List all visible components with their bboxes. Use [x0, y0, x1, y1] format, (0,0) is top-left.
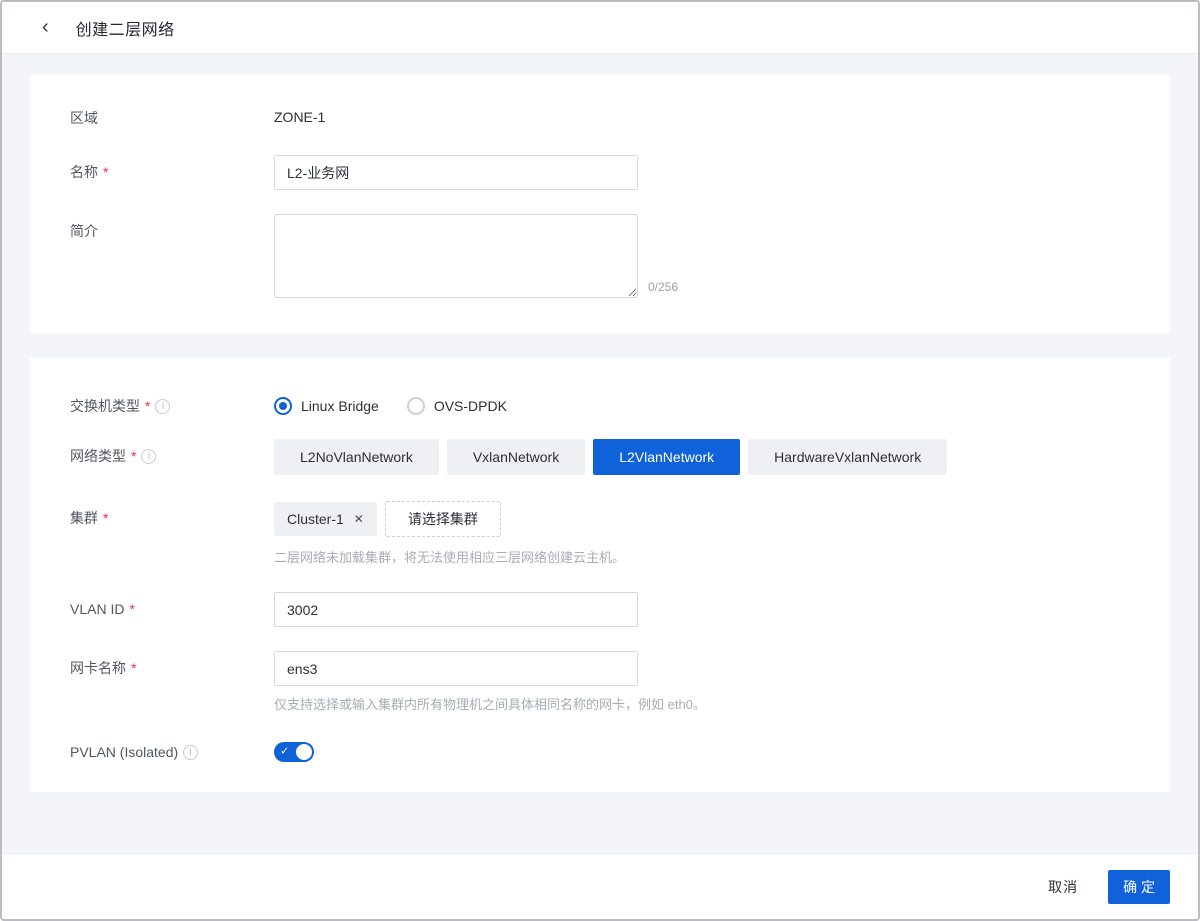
network-type-l2novlan[interactable]: L2NoVlanNetwork — [274, 439, 439, 475]
create-l2-network-dialog: ‹ 创建二层网络 区域 ZONE-1 名称 * 简介 — [0, 0, 1200, 921]
close-icon[interactable]: ✕ — [354, 513, 364, 525]
dialog-footer: 取消 确 定 — [2, 853, 1198, 919]
name-label-text: 名称 — [70, 163, 98, 181]
required-mark: * — [145, 397, 150, 415]
cluster-controls: Cluster-1 ✕ 请选择集群 — [274, 501, 625, 537]
radio-label: OVS-DPDK — [434, 398, 507, 414]
cancel-button[interactable]: 取消 — [1048, 877, 1078, 897]
zone-value: ZONE-1 — [274, 108, 325, 125]
network-type-hardwarevxlan[interactable]: HardwareVxlanNetwork — [748, 439, 947, 475]
vlan-id-label-text: VLAN ID — [70, 600, 124, 618]
dialog-header: ‹ 创建二层网络 — [2, 2, 1198, 54]
cluster-controls-col: Cluster-1 ✕ 请选择集群 二层网络未加载集群，将无法使用相应三层网络创… — [274, 501, 625, 566]
zone-label-text: 区域 — [70, 109, 98, 127]
dialog-body: 区域 ZONE-1 名称 * 简介 0/256 — [2, 54, 1198, 853]
required-mark: * — [129, 600, 134, 618]
name-input[interactable] — [274, 155, 638, 190]
nic-name-input[interactable] — [274, 651, 638, 686]
zone-label: 区域 — [70, 108, 274, 127]
network-type-l2vlan[interactable]: L2VlanNetwork — [593, 439, 740, 475]
switch-type-label-text: 交换机类型 — [70, 397, 140, 415]
switch-type-row: 交换机类型 * i Linux Bridge OVS-DPDK — [70, 394, 1130, 415]
required-mark: * — [131, 447, 136, 465]
cluster-label: 集群 * — [70, 501, 274, 527]
description-label-text: 简介 — [70, 222, 98, 240]
basic-info-card: 区域 ZONE-1 名称 * 简介 0/256 — [30, 74, 1170, 334]
switch-type-label: 交换机类型 * i — [70, 394, 274, 415]
description-row: 简介 0/256 — [70, 214, 1130, 298]
confirm-button[interactable]: 确 定 — [1108, 870, 1170, 904]
pvlan-label: PVLAN (Isolated) i — [70, 741, 274, 761]
back-icon[interactable]: ‹ — [42, 17, 49, 37]
nic-name-hint: 仅支持选择或输入集群内所有物理机之间具体相同名称的网卡，例如 eth0。 — [274, 694, 706, 713]
switch-type-radio-group: Linux Bridge OVS-DPDK — [274, 394, 507, 415]
description-label: 简介 — [70, 214, 274, 240]
network-type-row: 网络类型 * i L2NoVlanNetwork VxlanNetwork L2… — [70, 439, 1130, 475]
radio-label: Linux Bridge — [301, 398, 379, 414]
cluster-tag-label: Cluster-1 — [287, 511, 344, 527]
network-type-label: 网络类型 * i — [70, 439, 274, 465]
name-label: 名称 * — [70, 155, 274, 181]
char-counter: 0/256 — [648, 280, 678, 298]
nic-name-row: 网卡名称 * 仅支持选择或输入集群内所有物理机之间具体相同名称的网卡，例如 et… — [70, 651, 1130, 713]
required-mark: * — [131, 659, 136, 677]
required-mark: * — [103, 163, 108, 181]
cluster-tag: Cluster-1 ✕ — [274, 502, 377, 536]
info-icon[interactable]: i — [155, 399, 170, 414]
nic-name-label: 网卡名称 * — [70, 651, 274, 677]
cluster-hint: 二层网络未加载集群，将无法使用相应三层网络创建云主机。 — [274, 547, 625, 566]
nic-name-label-text: 网卡名称 — [70, 659, 126, 677]
description-textarea[interactable] — [274, 214, 638, 298]
pvlan-label-text: PVLAN (Isolated) — [70, 743, 178, 761]
vlan-id-row: VLAN ID * — [70, 592, 1130, 627]
pvlan-row: PVLAN (Isolated) i ✓ — [70, 741, 1130, 762]
radio-linux-bridge[interactable]: Linux Bridge — [274, 397, 379, 415]
radio-unchecked-icon — [407, 397, 425, 415]
network-type-group: L2NoVlanNetwork VxlanNetwork L2VlanNetwo… — [274, 439, 947, 475]
vlan-id-input[interactable] — [274, 592, 638, 627]
info-icon[interactable]: i — [183, 745, 198, 760]
nic-name-col: 仅支持选择或输入集群内所有物理机之间具体相同名称的网卡，例如 eth0。 — [274, 651, 706, 713]
select-cluster-button[interactable]: 请选择集群 — [385, 501, 501, 537]
info-icon[interactable]: i — [141, 449, 156, 464]
zone-row: 区域 ZONE-1 — [70, 108, 1130, 127]
vlan-id-label: VLAN ID * — [70, 592, 274, 618]
radio-ovs-dpdk[interactable]: OVS-DPDK — [407, 397, 507, 415]
check-icon: ✓ — [280, 747, 289, 758]
pvlan-toggle[interactable]: ✓ — [274, 742, 314, 762]
radio-checked-icon — [274, 397, 292, 415]
name-row: 名称 * — [70, 155, 1130, 190]
network-type-vxlan[interactable]: VxlanNetwork — [447, 439, 585, 475]
network-type-label-text: 网络类型 — [70, 447, 126, 465]
page-title: 创建二层网络 — [76, 16, 175, 40]
description-wrap: 0/256 — [274, 214, 678, 298]
toggle-knob — [296, 744, 312, 760]
network-config-card: 交换机类型 * i Linux Bridge OVS-DPDK — [30, 358, 1170, 792]
cluster-row: 集群 * Cluster-1 ✕ 请选择集群 二层网络未加载集群，将无法使用相应… — [70, 501, 1130, 566]
cluster-label-text: 集群 — [70, 509, 98, 527]
required-mark: * — [103, 509, 108, 527]
